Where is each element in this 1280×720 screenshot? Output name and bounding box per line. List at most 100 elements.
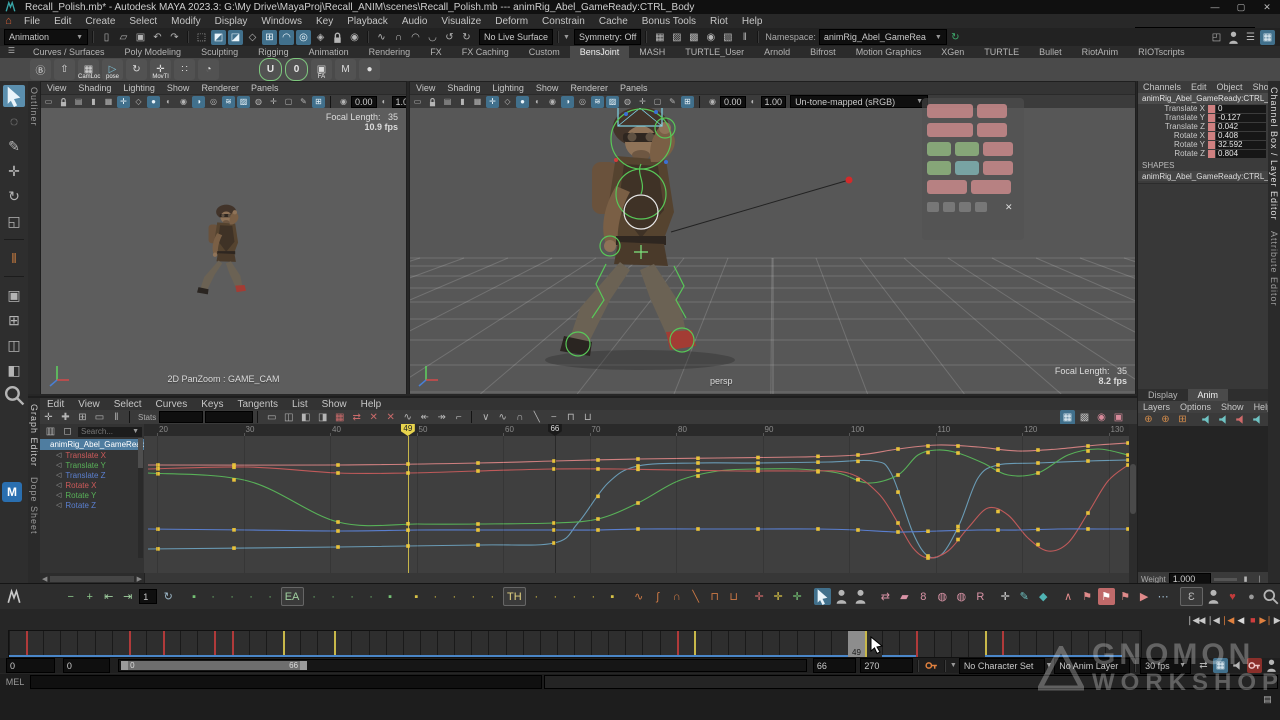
picker-tool-icon[interactable] [927,202,939,212]
graph-channel-rotate-x[interactable]: ◁Rotate X [40,480,144,490]
shadows-icon[interactable]: ◑ [561,96,574,108]
shelf-tab-animation[interactable]: Animation [299,46,359,58]
graph-menu-help[interactable]: Help [354,399,389,410]
bookmark-play-icon[interactable]: ▶ [1136,588,1153,605]
picker-button-r4-3[interactable] [983,161,1013,175]
dope-sheet-tab[interactable]: Dope Sheet [29,477,39,535]
set-range-key-icon[interactable] [924,658,939,673]
dot-g6-icon[interactable]: · [325,588,342,605]
new-scene-icon[interactable]: ▯ [99,30,114,45]
anti-alias-icon[interactable]: ▨ [237,96,250,108]
step-forward-frame-icon[interactable]: ▶❘ [1259,613,1271,628]
maximize-button[interactable]: ▢ [1228,0,1254,14]
keyframe[interactable] [336,471,340,475]
maya-home-icon[interactable]: ⌂ [1,14,16,29]
keyframe[interactable] [1086,511,1090,515]
keyframe[interactable] [696,469,700,473]
viewport-game-cam[interactable]: ViewShadingLightingShowRendererPanels ▭▤… [40,81,407,394]
dot-g3-icon[interactable]: · [243,588,260,605]
anim-layer-list[interactable] [1138,426,1268,572]
keyframe-tick[interactable] [916,631,918,657]
buffer-snapshot-icon[interactable]: ▦ [332,410,347,425]
create-layer-selected-icon[interactable]: ⊕ [1158,412,1173,427]
xray-joints-icon[interactable]: ✛ [636,96,649,108]
picker-tool-icon[interactable] [943,202,955,212]
menu-audio[interactable]: Audio [395,16,435,27]
channel-row[interactable]: Rotate X0.408 [1138,131,1268,140]
retime-keys-icon[interactable]: ‖ [109,410,124,425]
range-handle-start[interactable] [121,661,128,670]
keyframe[interactable] [636,457,640,461]
vpr-menu-shading[interactable]: Shading [441,83,486,93]
channel-value-field[interactable]: 0.042 [1216,123,1266,131]
keyframe[interactable] [996,468,1000,472]
sphere-tool-icon[interactable]: ● [1243,588,1260,605]
move-layer-up-icon[interactable] [1199,412,1214,427]
gamma-field[interactable]: 1.00 [761,96,787,108]
keyframe[interactable] [636,501,640,505]
shelf-tab-riotscripts[interactable]: RIOTscripts [1128,46,1195,58]
exposure-icon[interactable]: ◉ [337,96,350,108]
picker-button-r2-1[interactable] [927,123,973,137]
range-slider-track[interactable]: 0 66 [118,659,807,672]
render-current-icon[interactable]: ▨ [669,30,684,45]
keyframe[interactable] [896,473,900,477]
keyframe[interactable] [696,461,700,465]
light-editor-icon[interactable]: ▧ [720,30,735,45]
extract-layer-icon[interactable] [1250,412,1265,427]
bookmark-1-icon[interactable]: ⚑ [1079,588,1096,605]
tangent-smooth-icon[interactable]: ʃ [649,588,666,605]
graph-menu-tangents[interactable]: Tangents [230,399,285,410]
viewport-persp[interactable]: ViewShadingLightingShowRendererPanels ▭▤… [409,81,1136,394]
render-view-icon[interactable]: ▦ [652,30,667,45]
shelf-b-button[interactable]: Ⓑ [30,59,51,80]
bookmark-view-icon[interactable]: ▮ [87,96,100,108]
walk-character-icon[interactable] [833,588,850,605]
menu-constrain[interactable]: Constrain [535,16,592,27]
menu-file[interactable]: File [17,16,47,27]
snap-point-icon[interactable]: ◎ [296,30,311,45]
lock-camera-icon[interactable] [57,96,70,108]
snap-curve-icon[interactable]: ◠ [279,30,294,45]
graph-channel-rotate-y[interactable]: ◁Rotate Y [40,490,144,500]
set-yellow-a-icon[interactable]: ▪ [408,588,425,605]
keyframe[interactable] [896,530,900,534]
graph-menu-show[interactable]: Show [315,399,354,410]
vpr-menu-show[interactable]: Show [530,83,565,93]
zero-key-layer-icon[interactable] [1233,412,1248,427]
picker-button-r4-2[interactable] [955,161,979,175]
dot-g4-icon[interactable]: · [262,588,279,605]
keyframe[interactable] [476,469,480,473]
keyframe[interactable] [232,528,236,532]
keyframe[interactable] [476,528,480,532]
attribute-editor-tab[interactable]: Attribute Editor [1269,231,1279,307]
shelf-tab-fx-caching[interactable]: FX Caching [452,46,519,58]
layout-split-icon[interactable]: ◫ [3,334,25,356]
pencil-curve-icon[interactable]: ✎ [1016,588,1033,605]
shelf-loop-button[interactable]: ↻ [126,59,147,80]
humanik-icon[interactable] [1226,30,1241,45]
keyframe[interactable] [636,464,640,468]
wireframe-mode-icon[interactable]: ◇ [132,96,145,108]
time-snap-icon[interactable]: ▦ [1060,410,1075,425]
keyframe-tick[interactable] [1002,631,1004,657]
keyframe[interactable] [956,451,960,455]
shelf-tab-turtle[interactable]: TURTLE [974,46,1029,58]
display-normalized-icon[interactable]: ◻ [60,424,75,439]
mirror-pose-icon[interactable]: ⇄ [877,588,894,605]
screen-ao-icon[interactable]: ◎ [207,96,220,108]
frame-number-field[interactable]: 1 [139,589,156,604]
tangent-spline-icon[interactable]: ∿ [630,588,647,605]
camera-attributes-icon[interactable]: ▤ [72,96,85,108]
range-handle-end[interactable] [300,661,307,670]
select-hierarchy-icon[interactable]: ⬚ [194,30,209,45]
pink-curves-icon[interactable]: ∧ [1060,588,1077,605]
keyframe[interactable] [816,455,820,459]
keyframe[interactable] [1036,528,1040,532]
shelf-tab-sculpting[interactable]: Sculpting [191,46,248,58]
ipr-render-icon[interactable]: ▩ [686,30,701,45]
post-infinity-cycle-icon[interactable]: ↠ [434,410,449,425]
keyframe[interactable] [896,521,900,525]
stats-value-field[interactable] [205,411,253,423]
keyframe[interactable] [816,460,820,464]
